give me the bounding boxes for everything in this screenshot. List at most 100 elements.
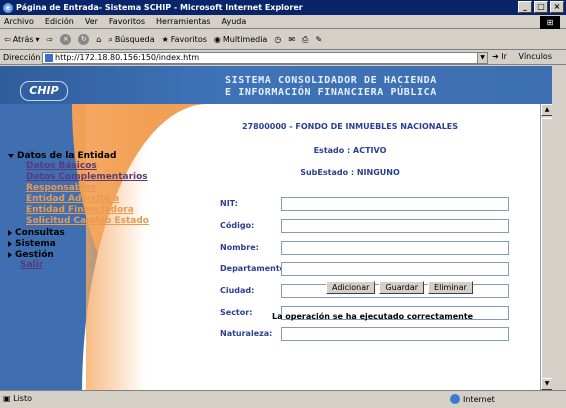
search-icon: ⌕ xyxy=(108,34,113,44)
naturaleza-row: Naturaleza: xyxy=(220,327,510,341)
nombre-label: Nombre: xyxy=(220,243,259,252)
nav-solicitud-cambio-estado[interactable]: Solicitud Cambio Estado xyxy=(8,216,149,227)
address-label: Dirección xyxy=(3,53,41,62)
nombre-row: Nombre: xyxy=(220,241,510,255)
menu-edicion[interactable]: Edición xyxy=(45,17,74,26)
banner-line-2: E INFORMACIÓN FINANCIERA PÚBLICA xyxy=(225,87,437,98)
nav-entidad-financiadora[interactable]: Entidad Financiadora xyxy=(8,205,149,216)
edit-icon: ✎ xyxy=(315,35,323,44)
scroll-down-icon[interactable]: ▼ xyxy=(541,378,552,390)
windows-logo-icon: ⊞ xyxy=(540,16,560,29)
ciudad-label: Ciudad: xyxy=(220,286,255,295)
add-button[interactable]: Adicionar xyxy=(326,281,376,294)
status-bar: ▣ Listo Internet xyxy=(0,390,566,408)
print-button[interactable]: ⎙ xyxy=(302,35,308,45)
menu-ver[interactable]: Ver xyxy=(85,17,98,26)
go-arrow-icon: ➜ xyxy=(492,52,499,61)
toolbar: ⇦ Atrás ▾ ⇨ × ↻ ⌂ ⌕ Búsqueda ★ Favoritos ◉ Mu… xyxy=(0,30,566,50)
entity-status: Estado : ACTIVO xyxy=(313,146,387,155)
ie-icon: e xyxy=(3,2,13,13)
entity-substatus: SubEstado : NINGUNO xyxy=(300,168,400,177)
save-button[interactable]: Guardar xyxy=(379,281,425,294)
departamento-field[interactable] xyxy=(281,262,509,276)
scroll-up-icon[interactable]: ▲ xyxy=(541,104,552,116)
nav-datos-basicos[interactable]: Datos Básicos xyxy=(8,161,149,172)
chevron-down-icon[interactable]: ▼ xyxy=(477,53,487,63)
star-icon: ★ xyxy=(161,35,169,44)
search-button[interactable]: ⌕ Búsqueda xyxy=(108,35,154,45)
nit-row: NIT: xyxy=(220,197,510,211)
departamento-row: Departamento: xyxy=(220,262,510,276)
window-title: Página de Entrada- Sistema SCHIP - Micro… xyxy=(16,3,303,12)
maximize-button[interactable]: □ xyxy=(534,1,548,13)
history-icon: ◷ xyxy=(274,35,282,44)
delete-button[interactable]: Eliminar xyxy=(428,281,473,294)
menu-favoritos[interactable]: Favoritos xyxy=(109,17,145,26)
sector-label: Sector: xyxy=(220,308,253,317)
nav-datos-entidad[interactable]: Datos de la Entidad xyxy=(8,150,149,161)
codigo-field[interactable] xyxy=(281,219,509,233)
printer-icon: ⎙ xyxy=(302,34,309,44)
forward-button[interactable]: ⇨ xyxy=(47,35,54,44)
scroll-thumb[interactable] xyxy=(541,118,552,380)
entity-name: 27800000 - FONDO DE INMUEBLES NACIONALES xyxy=(241,122,459,131)
vertical-scrollbar[interactable]: ▲ ▼ xyxy=(540,104,552,390)
title-bar: e Página de Entrada- Sistema SCHIP - Mic… xyxy=(0,0,566,15)
nombre-field[interactable] xyxy=(281,241,509,255)
multimedia-button[interactable]: ◉ Multimedia xyxy=(214,35,267,44)
home-button[interactable]: ⌂ xyxy=(96,35,101,44)
close-button[interactable]: × xyxy=(550,1,564,13)
go-button[interactable]: ➜ Ir xyxy=(492,52,507,61)
collapsed-triangle-icon xyxy=(8,240,12,247)
minimize-button[interactable]: _ xyxy=(518,1,532,13)
codigo-row: Código: xyxy=(220,219,510,233)
back-arrow-icon: ⇦ xyxy=(4,35,11,44)
favorites-button[interactable]: ★ Favoritos xyxy=(162,35,207,44)
naturaleza-label: Naturaleza: xyxy=(220,329,273,338)
nav-sistema[interactable]: Sistema xyxy=(8,238,149,249)
nav-salir[interactable]: Salir xyxy=(8,260,149,271)
expanded-triangle-icon xyxy=(8,153,14,158)
mail-icon: ✉ xyxy=(288,35,296,44)
nav-consultas[interactable]: Consultas xyxy=(8,227,149,238)
collapsed-triangle-icon xyxy=(8,251,12,258)
nit-field[interactable] xyxy=(281,197,509,211)
status-text: ▣ Listo xyxy=(3,394,32,403)
stop-icon: × xyxy=(60,34,72,45)
navigation-menu: Datos de la Entidad Datos Básicos Datos … xyxy=(8,150,149,271)
departamento-label: Departamento: xyxy=(220,264,289,273)
page-content: CHIP SISTEMA CONSOLIDADOR DE HACIENDA E … xyxy=(0,66,552,390)
naturaleza-field[interactable] xyxy=(281,327,509,341)
codigo-label: Código: xyxy=(220,221,255,230)
globe-icon xyxy=(450,394,460,404)
address-input[interactable]: http://172.18.80.156:150/index.htm ▼ xyxy=(42,52,488,64)
media-icon: ◉ xyxy=(213,35,221,44)
menu-bar: Archivo Edición Ver Favoritos Herramient… xyxy=(0,15,566,29)
nav-gestion[interactable]: Gestión xyxy=(8,249,149,260)
forward-arrow-icon: ⇨ xyxy=(46,35,54,44)
operation-message: La operación se ha ejecutado correctamen… xyxy=(272,312,474,321)
header-band: CHIP SISTEMA CONSOLIDADOR DE HACIENDA E … xyxy=(0,66,552,104)
menu-ayuda[interactable]: Ayuda xyxy=(222,17,247,26)
history-button[interactable]: ◷ xyxy=(274,35,281,44)
home-icon: ⌂ xyxy=(96,35,102,44)
edit-button[interactable]: ✎ xyxy=(315,35,322,44)
page-icon: ▣ xyxy=(3,394,11,403)
nav-datos-complementarios[interactable]: Datos Complementarios xyxy=(8,172,149,183)
menu-archivo[interactable]: Archivo xyxy=(4,17,34,26)
nav-responsables[interactable]: Responsables xyxy=(8,183,149,194)
address-bar: Dirección http://172.18.80.156:150/index… xyxy=(0,51,566,65)
refresh-button[interactable]: ↻ xyxy=(78,34,90,45)
window-controls: _ □ × xyxy=(518,1,564,13)
links-button[interactable]: Vínculos xyxy=(518,52,552,61)
collapsed-triangle-icon xyxy=(8,229,12,236)
mail-button[interactable]: ✉ xyxy=(288,35,295,44)
stop-button[interactable]: × xyxy=(60,34,72,45)
zone-indicator: Internet xyxy=(450,394,495,404)
menu-herramientas[interactable]: Herramientas xyxy=(156,17,211,26)
back-button[interactable]: ⇦ Atrás ▾ xyxy=(4,35,40,44)
nit-label: NIT: xyxy=(220,199,238,208)
nav-entidad-adscrita[interactable]: Entidad Adscrita a xyxy=(8,194,149,205)
form-buttons: Adicionar Guardar Eliminar xyxy=(326,281,473,294)
refresh-icon: ↻ xyxy=(78,34,90,45)
